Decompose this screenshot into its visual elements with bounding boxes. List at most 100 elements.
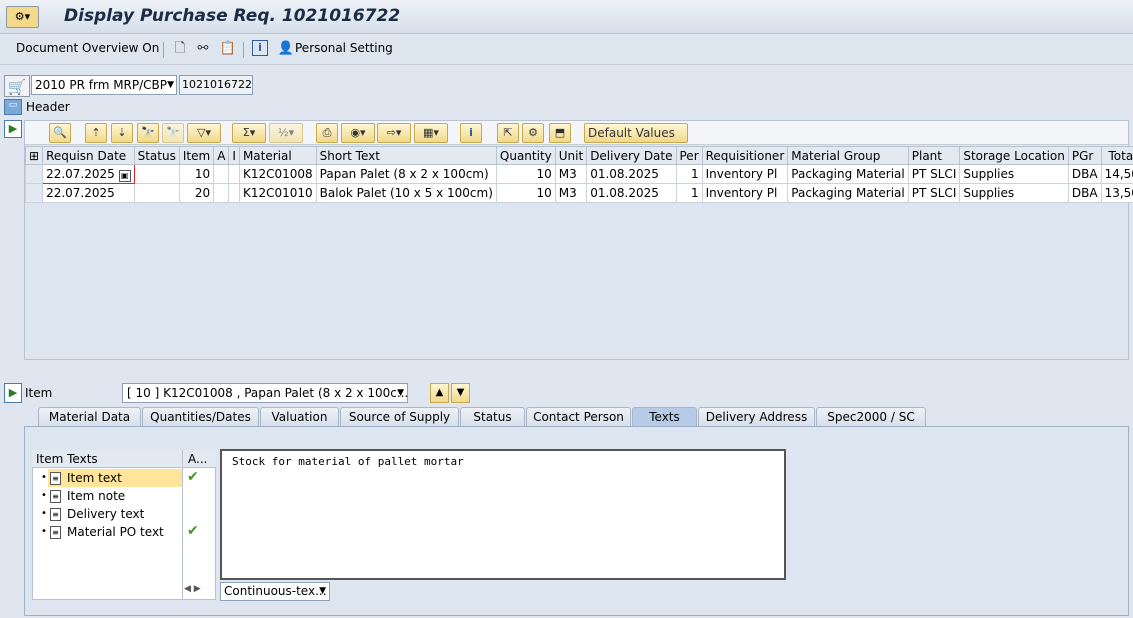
cell-plant[interactable]: PT SLCI — [907, 164, 961, 184]
cell-quantity[interactable]: 10 — [495, 183, 556, 203]
detail-icon[interactable]: 🔍 — [49, 123, 71, 143]
cell-short-text[interactable]: Papan Palet (8 x 2 x 100cm) — [315, 164, 497, 184]
tree-node-material-po-text[interactable]: ≡ Material PO text — [48, 523, 182, 541]
tree-node-item-text[interactable]: ≡ Item text — [48, 469, 182, 487]
cell-requisitioner[interactable]: Inventory Pl — [701, 164, 789, 184]
collapse-items-icon[interactable]: ▶ — [4, 120, 22, 138]
cell-unit[interactable]: M3 — [554, 183, 588, 203]
col-short-text[interactable]: Short Text — [315, 146, 497, 165]
cell-a[interactable] — [213, 183, 230, 203]
cell-a[interactable] — [213, 164, 230, 184]
cell-plant[interactable]: PT SLCI — [907, 183, 961, 203]
text-editor-content[interactable]: Stock for material of pallet mortar — [232, 455, 464, 468]
pr-number-field[interactable]: 1021016722 — [179, 75, 253, 95]
col-pgr[interactable]: PGr — [1067, 146, 1102, 165]
col-total-value[interactable]: Total Value — [1100, 146, 1133, 165]
tree-node-item-note[interactable]: ≡ Item note — [48, 487, 182, 505]
default-values-button[interactable]: Default Values — [584, 123, 688, 143]
tree-header-active[interactable]: A... — [188, 452, 207, 466]
layout-icon[interactable]: ▦▾ — [414, 123, 448, 143]
cell-item[interactable]: 20 — [178, 183, 215, 203]
col-requisn-date[interactable]: Requisn Date — [42, 146, 135, 165]
cell-material[interactable]: K12C01010 — [238, 183, 317, 203]
next-item-button[interactable]: ▼ — [451, 383, 470, 403]
col-storage-location[interactable]: Storage Location — [959, 146, 1069, 165]
cell-pgr[interactable]: DBA — [1067, 183, 1102, 203]
col-per[interactable]: Per — [675, 146, 703, 165]
tab-quantities-dates[interactable]: Quantities/Dates — [142, 407, 259, 426]
collapse-item-detail-icon[interactable]: ▶ — [4, 383, 22, 403]
tab-delivery-address[interactable]: Delivery Address — [698, 407, 815, 426]
tree-scroll-arrows[interactable]: ◀ ▶ — [184, 584, 216, 598]
material-icon[interactable]: ⬒ — [549, 123, 571, 143]
col-item[interactable]: Item — [178, 146, 215, 165]
col-material-group[interactable]: Material Group — [787, 146, 909, 165]
value-help-icon[interactable]: ▣ — [118, 169, 131, 182]
tree-node-delivery-text[interactable]: ≡ Delivery text — [48, 505, 182, 523]
export-icon[interactable]: ⇨▾ — [377, 123, 411, 143]
previous-item-button[interactable]: ▲ — [430, 383, 449, 403]
cell-item[interactable]: 10 — [178, 164, 215, 184]
personal-setting-icon[interactable]: 👤 — [277, 40, 295, 58]
tab-contact-person[interactable]: Contact Person — [526, 407, 631, 426]
cell-per[interactable]: 1 — [675, 164, 703, 184]
col-unit[interactable]: Unit — [554, 146, 588, 165]
col-quantity[interactable]: Quantity — [495, 146, 556, 165]
col-plant[interactable]: Plant — [907, 146, 961, 165]
cell-material[interactable]: K12C01008 — [238, 164, 317, 184]
col-i[interactable]: I — [228, 146, 240, 165]
tree-header-item-texts[interactable]: Item Texts — [36, 452, 98, 466]
sum-icon[interactable]: Σ▾ — [232, 123, 266, 143]
tab-texts[interactable]: Texts — [632, 407, 697, 426]
sort-descending-icon[interactable]: ⇣ — [111, 123, 133, 143]
tab-material-data[interactable]: Material Data — [38, 407, 141, 426]
item-select[interactable]: [ 10 ] K12C01008 , Papan Palet (8 x 2 x … — [122, 383, 408, 403]
expand-header-icon[interactable]: ▭ — [4, 99, 22, 115]
cell-storage-location[interactable]: Supplies — [959, 164, 1069, 184]
info-icon[interactable]: i — [460, 123, 482, 143]
row-selector[interactable] — [24, 183, 44, 203]
tab-status[interactable]: Status — [460, 407, 525, 426]
col-a[interactable]: A — [213, 146, 230, 165]
cell-requisn-date[interactable]: 22.07.2025 ▣ — [42, 164, 135, 184]
col-delivery-date[interactable]: Delivery Date — [586, 146, 677, 165]
subtotal-icon[interactable]: ½▾ — [269, 123, 303, 143]
cell-status[interactable] — [133, 183, 180, 203]
table-row[interactable]: 22.07.2025 20 K12C01010 Balok Palet (10 … — [24, 183, 1133, 203]
info-icon[interactable]: i — [252, 40, 268, 56]
cell-material-group[interactable]: Packaging Material — [787, 164, 909, 184]
cell-total-value[interactable]: 13,500,000 — [1100, 183, 1133, 203]
filter-icon[interactable]: ▽▾ — [187, 123, 221, 143]
personal-setting-button[interactable]: Personal Setting — [295, 41, 393, 55]
sort-ascending-icon[interactable]: ⇡ — [85, 123, 107, 143]
table-row[interactable]: 22.07.2025 ▣ 10 K12C01008 Papan Palet (8… — [24, 164, 1133, 184]
row-selector[interactable] — [24, 164, 44, 184]
cell-storage-location[interactable]: Supplies — [959, 183, 1069, 203]
col-status[interactable]: Status — [133, 146, 180, 165]
col-material[interactable]: Material — [238, 146, 317, 165]
glasses-icon[interactable]: ⚯ — [194, 40, 212, 58]
find-icon[interactable]: 🔭 — [137, 123, 159, 143]
tab-spec2000-sc[interactable]: Spec2000 / SC — [816, 407, 926, 426]
cell-unit[interactable]: M3 — [554, 164, 588, 184]
cell-i[interactable] — [228, 183, 240, 203]
cell-total-value[interactable]: 14,500,000 — [1100, 164, 1133, 184]
view-icon[interactable]: ◉▾ — [341, 123, 375, 143]
cell-material-group[interactable]: Packaging Material — [787, 183, 909, 203]
tab-source-of-supply[interactable]: Source of Supply — [340, 407, 459, 426]
text-format-select[interactable]: Continuous-tex... ▼ — [220, 582, 330, 601]
cell-per[interactable]: 1 — [675, 183, 703, 203]
other-doc-icon[interactable]: 📋 — [219, 40, 237, 58]
find-next-icon[interactable]: 🔭 — [162, 123, 184, 143]
cell-requisitioner[interactable]: Inventory Pl — [701, 183, 789, 203]
document-overview-button[interactable]: Document Overview On — [16, 41, 159, 55]
settings-icon[interactable]: ⚙ — [522, 123, 544, 143]
cell-requisn-date[interactable]: 22.07.2025 — [42, 183, 135, 203]
col-requisitioner[interactable]: Requisitioner — [701, 146, 789, 165]
cart-icon[interactable]: 🛒 — [4, 75, 30, 97]
cell-pgr[interactable]: DBA — [1067, 164, 1102, 184]
sap-menu-icon[interactable]: ⚙▾ — [6, 6, 39, 28]
cell-short-text[interactable]: Balok Palet (10 x 5 x 100cm) — [315, 183, 497, 203]
table-settings-icon[interactable]: ⊞ — [24, 146, 44, 165]
new-doc-icon[interactable]: 🗋 — [171, 40, 189, 58]
